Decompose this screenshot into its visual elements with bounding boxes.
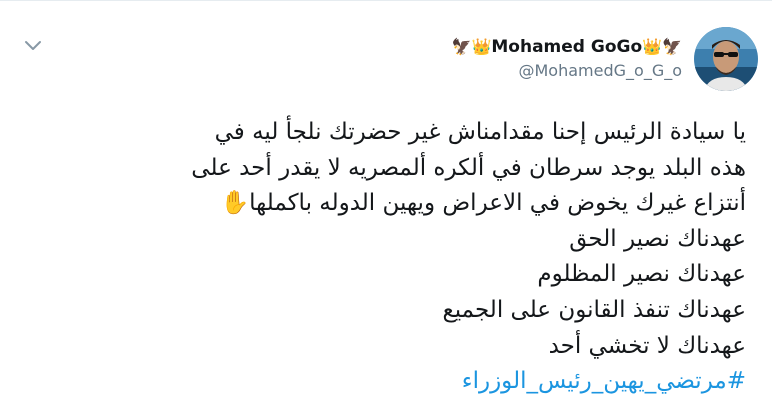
eagle-icon: 🦅 <box>451 37 472 56</box>
author-display-name[interactable]: 🦅 👑 Mohamed GoGo 👑 🦅 <box>452 36 682 58</box>
avatar[interactable] <box>694 27 758 91</box>
tweet-header: 🦅 👑 Mohamed GoGo 👑 🦅 @MohamedG_o_G_o <box>452 27 758 91</box>
tweet-line: أنتزاع غيرك يخوض في الاعراض ويهين الدوله… <box>220 190 746 217</box>
crown-icon: 👑 <box>471 37 492 56</box>
tweet-line: يا سيادة الرئيس إحنا مقدامناش غير حضرتك … <box>214 119 746 145</box>
tweet-line: هذه البلد يوجد سرطان في ألكره ألمصريه لا… <box>191 154 746 181</box>
author-names: 🦅 👑 Mohamed GoGo 👑 🦅 @MohamedG_o_G_o <box>452 36 682 82</box>
tweet-line: عهدناك لا تخشي أحد <box>548 332 746 359</box>
eagle-icon: 🦅 <box>662 37 682 56</box>
tweet-line: عهدناك نصير المظلوم <box>537 261 746 288</box>
tweet-line: عهدناك نصير الحق <box>569 225 746 252</box>
tweet-card: 🦅 👑 Mohamed GoGo 👑 🦅 @MohamedG_o_G_o يا … <box>0 0 772 414</box>
tweet-text: يا سيادة الرئيس إحنا مقدامناش غير حضرتك … <box>30 115 746 400</box>
crown-icon: 👑 <box>642 37 663 56</box>
hashtag-link[interactable]: #مرتضي_يهين_رئيس_الوزراء <box>30 364 746 400</box>
profile-photo-icon <box>694 27 758 91</box>
tweet-line: عهدناك تنفذ القانون على الجميع <box>442 296 746 323</box>
chevron-down-icon[interactable] <box>24 39 42 53</box>
author-handle[interactable]: @MohamedG_o_G_o <box>519 60 683 82</box>
author-name-text: Mohamed GoGo <box>491 37 643 57</box>
